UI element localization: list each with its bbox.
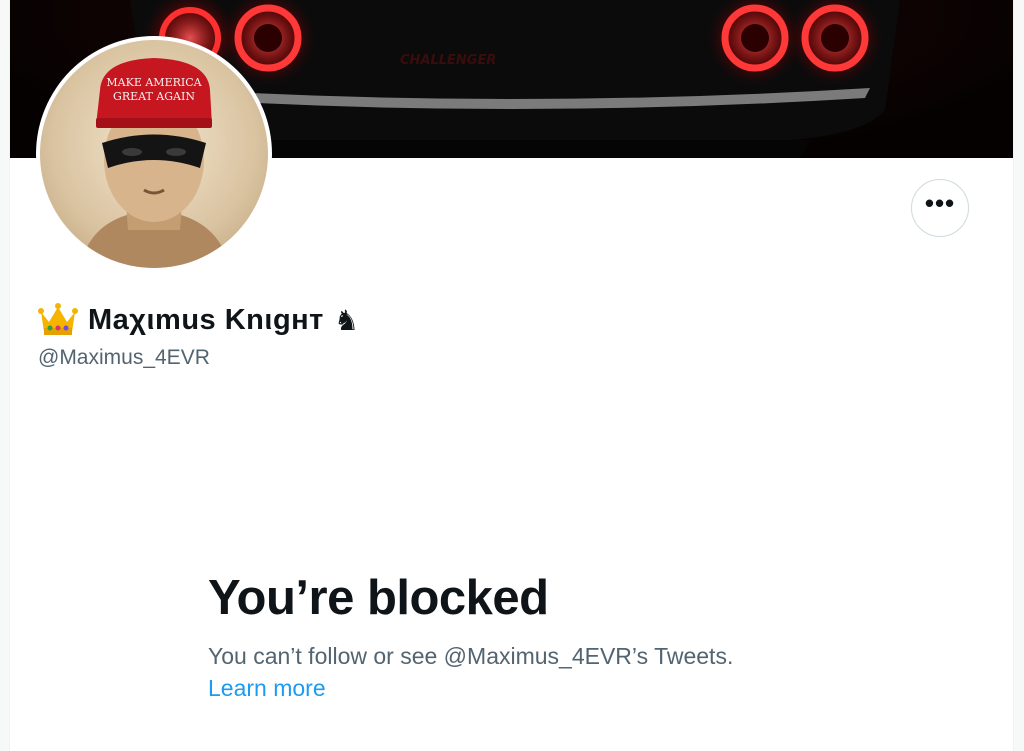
display-name: Maχιmus Knιgнт — [88, 303, 324, 336]
profile-name-row: Maχιmus Knιgнт ♞ — [38, 302, 359, 338]
blocked-notice: You’re blocked You can’t follow or see @… — [208, 570, 848, 704]
hat-text-line2: GREAT AGAIN — [113, 90, 195, 103]
avatar[interactable]: MAKE AMERICA GREAT AGAIN — [36, 36, 272, 272]
learn-more-link[interactable]: Learn more — [208, 674, 326, 704]
crown-emoji-icon — [38, 303, 78, 335]
blocked-title: You’re blocked — [208, 571, 549, 625]
right-column-border — [1013, 0, 1024, 751]
hat-text-line1: MAKE AMERICA — [106, 76, 202, 89]
knight-icon: ♞ — [333, 304, 359, 336]
avatar-image: MAKE AMERICA GREAT AGAIN — [40, 40, 268, 268]
car-badge-text: CHALLENGER — [400, 53, 496, 68]
more-options-button[interactable]: ••• — [911, 179, 969, 237]
blocked-message: You can’t follow or see @Maximus_4EVR’s … — [208, 643, 734, 670]
profile-handle: @Maximus_4EVR — [38, 346, 210, 369]
more-dots-icon: ••• — [924, 188, 956, 218]
left-column-border — [0, 0, 10, 751]
